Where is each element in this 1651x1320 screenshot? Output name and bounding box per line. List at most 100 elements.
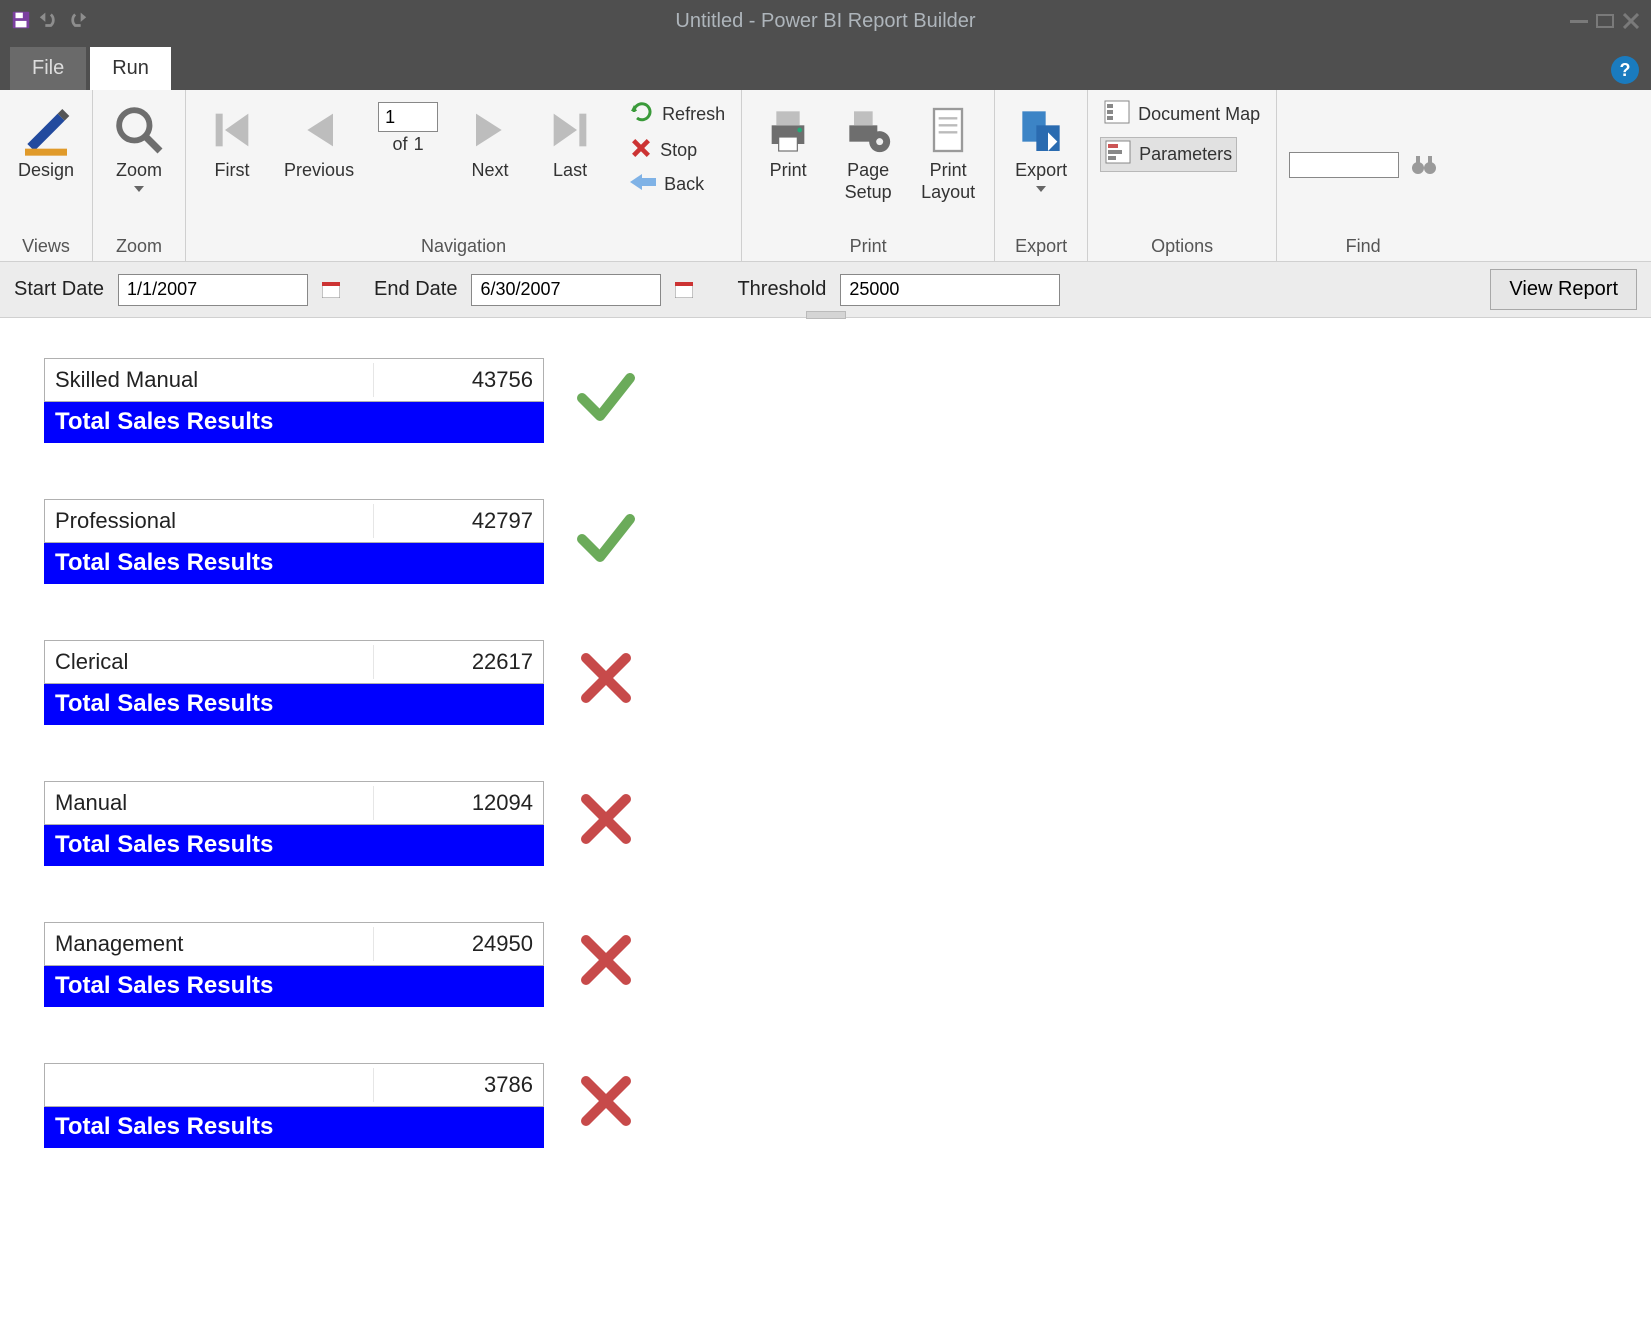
group-zoom-label: Zoom — [105, 232, 173, 259]
group-print: Print Page Setup Print Layout Print — [742, 90, 995, 261]
export-button[interactable]: Export — [1007, 98, 1075, 196]
table-row: 3786 — [44, 1063, 544, 1107]
restore-icon[interactable] — [1595, 13, 1615, 29]
first-label: First — [215, 160, 250, 182]
value-cell: 12094 — [373, 786, 543, 820]
report-item: Manual12094Total Sales Results — [44, 781, 1607, 866]
value-cell: 3786 — [373, 1068, 543, 1102]
check-icon — [574, 364, 638, 431]
end-date-input[interactable] — [471, 274, 661, 306]
minimize-icon[interactable] — [1569, 13, 1589, 29]
parameters-button[interactable]: Parameters — [1100, 137, 1237, 172]
back-label: Back — [664, 174, 704, 195]
refresh-icon — [630, 100, 654, 129]
print-layout-icon — [920, 102, 976, 158]
category-cell: Professional — [45, 504, 373, 538]
group-find: Find — [1277, 90, 1449, 261]
parameter-bar: Start Date End Date Threshold View Repor… — [0, 262, 1651, 318]
last-icon — [542, 102, 598, 158]
of-label: of — [393, 134, 408, 155]
cross-icon — [574, 787, 638, 854]
previous-button[interactable]: Previous — [278, 98, 360, 186]
page-setup-label: Page Setup — [845, 160, 892, 203]
document-map-button[interactable]: Document Map — [1100, 98, 1264, 131]
group-options: Document Map Parameters Options — [1088, 90, 1277, 261]
tab-file[interactable]: File — [10, 47, 86, 90]
total-sales-header: Total Sales Results — [44, 402, 544, 443]
tab-strip: File Run ? — [0, 42, 1651, 90]
undo-icon[interactable] — [38, 9, 60, 34]
group-print-label: Print — [754, 232, 982, 259]
refresh-label: Refresh — [662, 104, 725, 125]
redo-icon[interactable] — [66, 9, 88, 34]
table-block: Manual12094Total Sales Results — [44, 781, 544, 866]
group-navigation: First Previous of 1 Next — [186, 90, 742, 261]
last-button[interactable]: Last — [536, 98, 604, 186]
print-button[interactable]: Print — [754, 98, 822, 186]
next-label: Next — [472, 160, 509, 182]
binoculars-icon[interactable] — [1411, 152, 1437, 179]
category-cell: Clerical — [45, 645, 373, 679]
total-sales-header: Total Sales Results — [44, 684, 544, 725]
threshold-input[interactable] — [840, 274, 1060, 306]
first-icon — [204, 102, 260, 158]
previous-label: Previous — [284, 160, 354, 182]
previous-icon — [291, 102, 347, 158]
save-icon[interactable] — [10, 9, 32, 34]
total-sales-header: Total Sales Results — [44, 1107, 544, 1148]
check-icon — [574, 505, 638, 572]
first-button[interactable]: First — [198, 98, 266, 186]
group-find-label: Find — [1289, 232, 1437, 259]
table-block: 3786 Total Sales Results — [44, 1063, 544, 1148]
stop-icon — [630, 137, 652, 164]
cross-icon — [574, 646, 638, 713]
page-number-group: of 1 — [372, 98, 444, 159]
calendar-icon[interactable] — [675, 282, 693, 298]
page-setup-button[interactable]: Page Setup — [834, 98, 902, 207]
zoom-icon — [111, 102, 167, 158]
stop-label: Stop — [660, 140, 697, 161]
table-row: Professional42797 — [44, 499, 544, 543]
report-item: Clerical22617Total Sales Results — [44, 640, 1607, 725]
back-button[interactable]: Back — [626, 170, 729, 199]
refresh-button[interactable]: Refresh — [626, 98, 729, 131]
title-bar: Untitled - Power BI Report Builder — [0, 0, 1651, 42]
table-row: Skilled Manual43756 — [44, 358, 544, 402]
page-setup-icon — [840, 102, 896, 158]
end-date-label: End Date — [374, 278, 457, 301]
total-pages: 1 — [414, 134, 424, 155]
quick-access-toolbar — [0, 9, 88, 34]
report-item: Management24950Total Sales Results — [44, 922, 1607, 1007]
close-icon[interactable] — [1621, 13, 1641, 29]
category-cell: Manual — [45, 786, 373, 820]
group-zoom: Zoom Zoom — [93, 90, 186, 261]
group-export: Export Export — [995, 90, 1088, 261]
next-button[interactable]: Next — [456, 98, 524, 186]
splitter-handle[interactable] — [806, 311, 846, 319]
help-icon[interactable]: ? — [1611, 56, 1639, 84]
start-date-input[interactable] — [118, 274, 308, 306]
ribbon: Design Views Zoom Zoom First — [0, 90, 1651, 262]
tab-run[interactable]: Run — [90, 47, 171, 90]
calendar-icon[interactable] — [322, 282, 340, 298]
window-title: Untitled - Power BI Report Builder — [0, 10, 1651, 33]
document-map-label: Document Map — [1138, 104, 1260, 125]
table-row: Management24950 — [44, 922, 544, 966]
print-layout-button[interactable]: Print Layout — [914, 98, 982, 207]
print-icon — [760, 102, 816, 158]
design-button[interactable]: Design — [12, 98, 80, 186]
total-sales-header: Total Sales Results — [44, 543, 544, 584]
value-cell: 24950 — [373, 927, 543, 961]
chevron-down-icon — [134, 186, 144, 192]
stop-button[interactable]: Stop — [626, 135, 729, 166]
view-report-button[interactable]: View Report — [1490, 269, 1637, 310]
report-item: 3786 Total Sales Results — [44, 1063, 1607, 1148]
table-block: Clerical22617Total Sales Results — [44, 640, 544, 725]
last-label: Last — [553, 160, 587, 182]
parameters-icon — [1105, 140, 1131, 169]
report-item: Professional42797Total Sales Results — [44, 499, 1607, 584]
page-number-input[interactable] — [378, 102, 438, 132]
print-label: Print — [770, 160, 807, 182]
find-input[interactable] — [1289, 152, 1399, 178]
zoom-button[interactable]: Zoom — [105, 98, 173, 196]
